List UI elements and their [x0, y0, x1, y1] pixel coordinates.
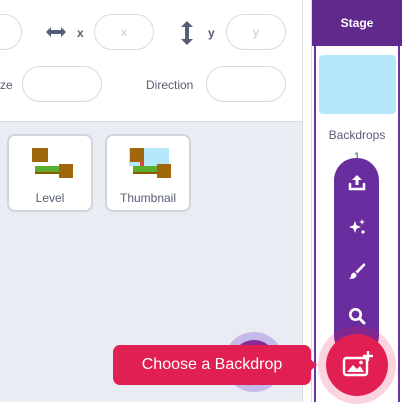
level-sprite-thumbnail — [32, 148, 73, 178]
stage-header: Stage — [312, 0, 402, 46]
pane-divider — [302, 0, 303, 402]
choose-backdrop-button[interactable] — [326, 334, 388, 396]
sprite-name-input[interactable] — [0, 14, 22, 50]
surprise-icon — [348, 219, 365, 234]
size-input[interactable] — [22, 66, 102, 102]
paint-icon — [348, 263, 365, 279]
size-label: ze — [0, 78, 13, 92]
direction-label: Direction — [146, 78, 194, 92]
tooltip-text: Choose a Backdrop — [141, 356, 283, 373]
horizontal-arrows-icon — [44, 24, 68, 45]
paint-backdrop-button[interactable] — [334, 251, 379, 291]
y-placeholder: y — [253, 25, 259, 39]
surprise-backdrop-button[interactable] — [334, 207, 379, 247]
thumbnail-sprite-thumbnail — [129, 148, 171, 178]
tooltip-arrow — [309, 358, 317, 372]
y-input[interactable]: y — [226, 14, 286, 50]
x-input[interactable]: x — [94, 14, 154, 50]
sprite-name-level: Level — [35, 191, 65, 205]
sprite-tile-level[interactable]: Level — [7, 134, 93, 212]
search-icon — [348, 308, 365, 325]
sprite-tile-thumbnail[interactable]: Thumbnail — [105, 134, 191, 212]
upload-icon — [348, 175, 365, 191]
vertical-arrows-icon — [180, 20, 194, 51]
choose-backdrop-tooltip: Choose a Backdrop — [113, 345, 311, 385]
backdrop-add-icon — [342, 351, 373, 377]
x-label: x — [77, 26, 84, 40]
stage-thumbnail[interactable] — [319, 55, 396, 114]
x-placeholder: x — [121, 25, 127, 39]
upload-backdrop-button[interactable] — [334, 162, 379, 202]
backdrops-label: Backdrops — [328, 128, 386, 142]
y-label: y — [208, 26, 215, 40]
direction-input[interactable] — [206, 66, 286, 102]
sprite-name-thumbnail: Thumbnail — [119, 191, 177, 205]
sprite-info-pane: x x y y ze Direction — [0, 0, 302, 121]
